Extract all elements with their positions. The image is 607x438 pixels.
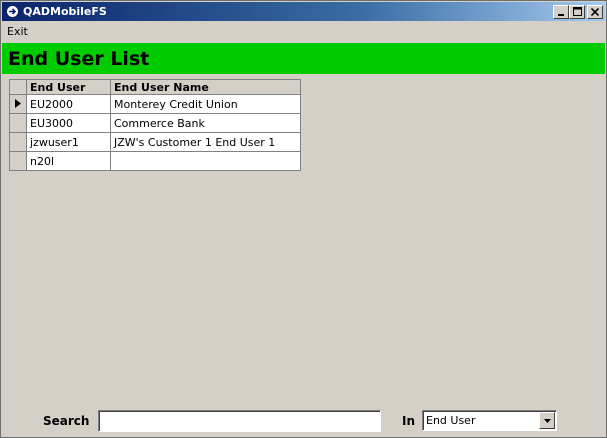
column-header-end-user[interactable]: End User [26, 79, 111, 95]
current-row-arrow-icon [15, 98, 21, 108]
row-selector[interactable] [9, 151, 27, 171]
maximize-button[interactable] [569, 4, 585, 19]
table-row[interactable]: EU3000 Commerce Bank [9, 113, 301, 133]
cell-end-user[interactable]: EU3000 [26, 113, 111, 133]
search-label: Search [43, 414, 90, 428]
in-label: In [402, 414, 416, 428]
minimize-button[interactable] [553, 4, 569, 19]
close-button[interactable] [587, 4, 603, 19]
dropdown-button[interactable] [539, 412, 555, 429]
column-header-end-user-name[interactable]: End User Name [110, 79, 301, 95]
row-selector[interactable] [9, 94, 27, 114]
cell-end-user[interactable]: EU2000 [26, 94, 111, 114]
row-selector[interactable] [9, 132, 27, 152]
maximize-icon [572, 7, 582, 16]
chevron-down-icon [543, 418, 551, 423]
menu-item-exit[interactable]: Exit [2, 25, 33, 38]
close-icon [591, 7, 599, 16]
minimize-icon [558, 13, 564, 16]
app-window: QADMobileFS Exit End User List End User … [0, 0, 607, 438]
end-user-table: End User End User Name EU2000 Monterey C… [9, 79, 301, 171]
search-field-selected-value: End User [426, 414, 476, 427]
table-header-row: End User End User Name [9, 79, 301, 95]
cell-end-user-name[interactable]: JZW's Customer 1 End User 1 [110, 132, 301, 152]
table-row[interactable]: jzwuser1 JZW's Customer 1 End User 1 [9, 132, 301, 152]
row-selector-header [9, 79, 27, 95]
cell-end-user-name[interactable]: Commerce Bank [110, 113, 301, 133]
page-title: End User List [2, 43, 605, 74]
window-title: QADMobileFS [23, 5, 107, 18]
search-input[interactable] [98, 410, 381, 432]
title-bar: QADMobileFS [2, 2, 605, 21]
search-field-select[interactable]: End User [422, 410, 557, 431]
cell-end-user-name[interactable] [110, 151, 301, 171]
table-row[interactable]: n20l [9, 151, 301, 171]
row-selector[interactable] [9, 113, 27, 133]
search-bar: Search In End User [2, 407, 605, 436]
app-circle-arrow-icon [5, 5, 19, 19]
menu-bar: Exit [2, 21, 605, 41]
table-row[interactable]: EU2000 Monterey Credit Union [9, 94, 301, 114]
cell-end-user[interactable]: jzwuser1 [26, 132, 111, 152]
cell-end-user-name[interactable]: Monterey Credit Union [110, 94, 301, 114]
cell-end-user[interactable]: n20l [26, 151, 111, 171]
